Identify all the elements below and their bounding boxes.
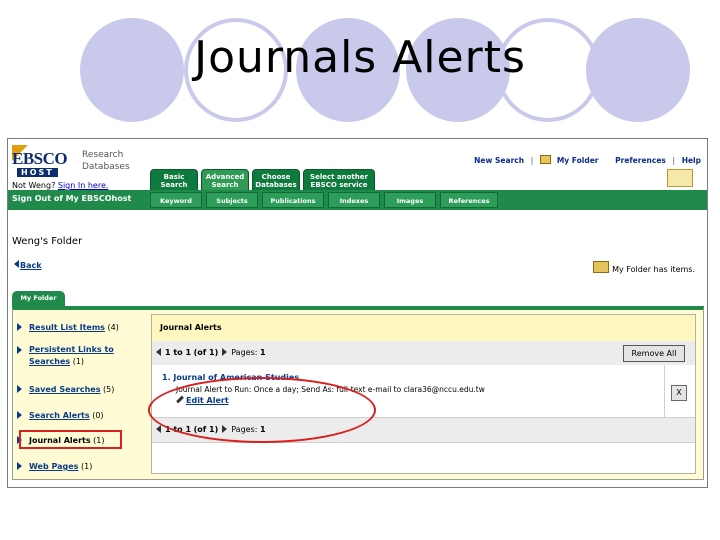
tab-basic-search[interactable]: Basic Search <box>150 169 198 191</box>
prev-arrow-icon[interactable] <box>156 348 161 356</box>
top-links: New Search | My Folder Preferences | Hel… <box>474 155 701 165</box>
bullet-arrow-icon <box>17 462 22 470</box>
slide-title: Journals Alerts <box>194 32 526 83</box>
remove-all-button[interactable]: Remove All <box>623 345 685 362</box>
subtab-keyword[interactable]: Keyword <box>150 192 202 208</box>
annotation-box <box>19 430 122 449</box>
sign-out-link[interactable]: Sign Out of My EBSCOhost <box>12 194 131 203</box>
sidebar-item-web-pages[interactable]: Web Pages (1) <box>17 461 145 473</box>
content-heading: Journal Alerts <box>160 323 222 332</box>
ebsco-logo: EBSCO HOST <box>12 145 78 183</box>
subtab-indexes[interactable]: Indexes <box>328 192 380 208</box>
content-header: Journal Alerts <box>152 315 695 342</box>
bullet-arrow-icon <box>17 346 22 354</box>
preferences-link[interactable]: Preferences <box>615 156 666 165</box>
new-search-link[interactable]: New Search <box>474 156 524 165</box>
ebsco-screenshot: EBSCO HOST Research Databases Not Weng? … <box>7 138 708 488</box>
sidebar-item-persistent-links[interactable]: Persistent Links to Searches (1) <box>17 344 145 368</box>
my-folder-link[interactable]: My Folder <box>539 155 599 165</box>
bullet-arrow-icon <box>17 385 22 393</box>
sign-in-link[interactable]: Sign In here. <box>58 181 109 190</box>
remove-alert-button[interactable]: X <box>671 385 687 401</box>
back-arrow-icon <box>14 260 19 268</box>
product-name: Research Databases <box>82 150 130 172</box>
subtab-images[interactable]: Images <box>384 192 436 208</box>
folder-icon <box>539 155 551 164</box>
help-link[interactable]: Help <box>682 156 701 165</box>
tab-other-service[interactable]: Select another EBSCO service <box>303 169 375 191</box>
pager-top: 1 to 1 (of 1) Pages: 1 Remove All <box>152 341 695 366</box>
tab-advanced-search[interactable]: Advanced Search <box>201 169 249 191</box>
bullet-arrow-icon <box>17 411 22 419</box>
tab-choose-databases[interactable]: Choose Databases <box>252 169 300 191</box>
nav-bar: Sign Out of My EBSCOhost Keyword Subject… <box>8 190 707 210</box>
subtab-references[interactable]: References <box>440 192 498 208</box>
tab-my-folder[interactable]: My Folder <box>12 291 65 306</box>
annotation-ellipse <box>148 377 376 443</box>
prev-arrow-icon[interactable] <box>156 425 161 433</box>
not-user-prompt: Not Weng? Sign In here. <box>12 181 109 190</box>
bullet-arrow-icon <box>17 323 22 331</box>
folder-status: My Folder has items. <box>593 261 695 274</box>
sidebar-item-result-list[interactable]: Result List Items (4) <box>17 322 145 334</box>
folder-stack-icon <box>593 261 610 273</box>
back-link[interactable]: Back <box>14 260 42 270</box>
subtab-subjects[interactable]: Subjects <box>206 192 258 208</box>
divider <box>664 365 665 417</box>
sidebar-item-search-alerts[interactable]: Search Alerts (0) <box>17 410 145 422</box>
sidebar-item-saved-searches[interactable]: Saved Searches (5) <box>17 384 145 396</box>
subtab-publications[interactable]: Publications <box>262 192 324 208</box>
page-title: Weng's Folder <box>12 236 83 247</box>
help-icon[interactable] <box>667 169 693 187</box>
next-arrow-icon[interactable] <box>222 348 228 356</box>
